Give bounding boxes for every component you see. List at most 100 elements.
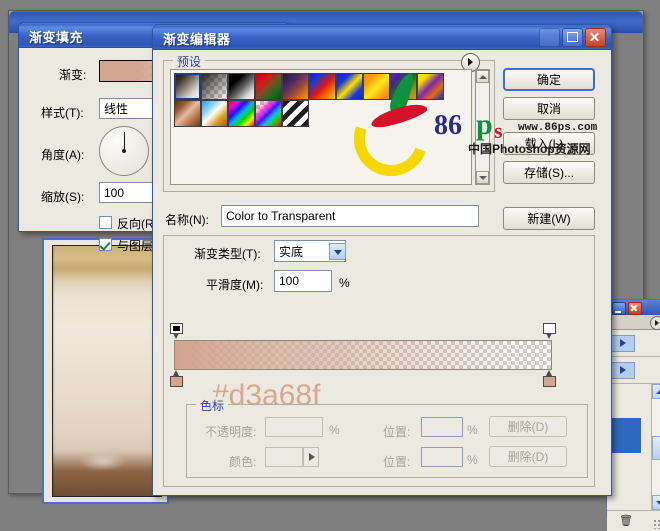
preset-swatch-violet-orange[interactable] [282,73,309,100]
palette-minimize-icon[interactable] [612,302,626,315]
location-input-2[interactable] [421,447,463,467]
chevron-right-icon[interactable] [611,362,635,379]
scroll-up-icon[interactable] [652,384,660,399]
ok-button[interactable]: 确定 [503,68,595,91]
preset-swatch-red-green[interactable] [255,73,282,100]
preset-swatch-violet-green-orange[interactable] [390,73,417,100]
window-controls [539,28,606,47]
delete-button-2[interactable]: 删除(D) [489,446,567,467]
document-window[interactable] [42,238,169,504]
save-button[interactable]: 存储(S)... [503,161,595,184]
minimize-icon[interactable] [539,28,560,47]
gradient-editor-dialog: 渐变编辑器 预设 确定 取消 载入(L)... 存储(S)... 新建(W) 名… [152,24,612,496]
desktop-background: 🗑 渐变填充 渐变: 样式(T): 线性 角度(A): 90 缩放(S): 10… [0,0,660,531]
preset-swatch-chrome[interactable] [201,100,228,127]
gradient-strip-wrapper [170,323,556,387]
trash-icon[interactable]: 🗑 [619,514,633,527]
color-swatch-input[interactable] [265,447,303,467]
location-unit-2: % [467,453,478,467]
angle-hub [122,149,126,153]
palette-tab-row[interactable] [607,315,660,330]
preset-swatch-orange-yellow-orange[interactable] [363,73,390,100]
gradient-label: 渐变: [59,68,87,82]
color-stop-right[interactable] [543,370,556,387]
gradient-name-input[interactable]: Color to Transparent [221,205,479,227]
palette-swatch[interactable] [607,418,641,453]
preset-swatch-yellow-violet-orange-blue[interactable] [417,73,444,100]
preset-swatch-transparent-rainbow[interactable] [255,100,282,127]
reverse-checkbox[interactable] [99,216,112,229]
right-palette-panel[interactable]: 🗑 [606,299,660,531]
preset-swatch-blue-yellow-blue[interactable] [336,73,363,100]
palette-close-icon[interactable] [628,302,642,315]
resize-grip-icon[interactable] [654,520,660,529]
color-stops-legend: 色标 [196,397,229,414]
smoothness-input[interactable]: 100 [274,270,332,292]
opacity-label: 不透明度: [205,425,257,439]
color-picker-icon[interactable] [303,447,319,467]
gradient-strip[interactable] [174,340,552,370]
name-label: 名称(N): [165,213,209,227]
load-button[interactable]: 载入(L)... [503,132,595,155]
opacity-stop-right-tip [546,333,552,339]
palette-row[interactable] [607,330,660,357]
preset-swatch-foreground-to-background[interactable] [174,73,201,100]
close-icon[interactable] [585,28,606,47]
color-stop-right-house [543,376,556,387]
opacity-unit: % [329,423,340,437]
smoothness-unit: % [339,276,350,290]
delete-button-1[interactable]: 删除(D) [489,416,567,437]
preset-swatch-spectrum[interactable] [228,100,255,127]
presets-group: 预设 [163,53,495,192]
gradient-editor-title: 渐变编辑器 [163,32,231,47]
presets-scrollbar[interactable] [475,69,490,185]
scrollbar-thumb[interactable] [652,436,660,460]
color-stops-group: 色标 不透明度: % 位置: % 删除(D) 颜色: 位置: % 删除(D) [186,397,588,478]
color-label: 颜色: [229,455,257,469]
chevron-down-icon[interactable] [329,243,346,260]
document-image [52,245,162,497]
opacity-stop-right[interactable] [543,323,556,340]
location-label-1: 位置: [383,425,411,439]
presets-legend: 预设 [173,53,206,70]
preset-swatch-black-white[interactable] [228,73,255,100]
gradient-type-label: 渐变类型(T): [194,247,261,261]
preset-swatch-blue-red-yellow[interactable] [309,73,336,100]
logo-s-letter: s [494,118,503,143]
preset-swatch-grid [174,73,468,127]
color-stop-left-house [170,376,183,387]
scroll-down-icon[interactable] [652,495,660,510]
palette-scrollbar[interactable] [651,384,660,510]
location-label-2: 位置: [383,455,411,469]
opacity-stop-left-tip [173,333,179,339]
palette-body [607,384,660,510]
palette-row[interactable] [607,357,660,384]
opacity-stop-left[interactable] [170,323,183,340]
scroll-up-icon[interactable] [476,70,489,83]
maximize-icon[interactable] [562,28,583,47]
chevron-right-icon[interactable] [611,335,635,352]
scale-label: 缩放(S): [41,190,85,204]
presets-list[interactable] [170,69,472,185]
preset-swatch-transparent-stripes[interactable] [282,100,309,127]
angle-label: 角度(A): [41,148,85,162]
panel-menu-icon[interactable] [650,316,660,330]
preset-swatch-copper[interactable] [174,100,201,127]
gradient-editor-body: 预设 确定 取消 载入(L)... 存储(S)... 新建(W) 名称(N): … [153,50,611,495]
location-unit-1: % [467,423,478,437]
opacity-input[interactable] [265,417,323,437]
cancel-button[interactable]: 取消 [503,97,595,120]
new-button[interactable]: 新建(W) [503,207,595,230]
align-with-layer-checkbox[interactable] [99,238,112,251]
location-input-1[interactable] [421,417,463,437]
gradient-editor-title-bar[interactable]: 渐变编辑器 [153,25,611,50]
color-stop-left[interactable] [170,370,183,387]
palette-title-bar[interactable] [607,300,660,315]
photo-blur-overlay [53,246,161,496]
palette-footer: 🗑 [607,510,660,531]
preset-swatch-foreground-to-transparent[interactable] [201,73,228,100]
angle-dial[interactable] [99,126,149,176]
scroll-down-icon[interactable] [476,171,489,184]
gradient-fill-title: 渐变填充 [29,30,84,45]
gradient-type-group: 渐变类型(T): 实底 平滑度(M): 100 % #d3a68f 色标 不透明… [163,235,595,487]
